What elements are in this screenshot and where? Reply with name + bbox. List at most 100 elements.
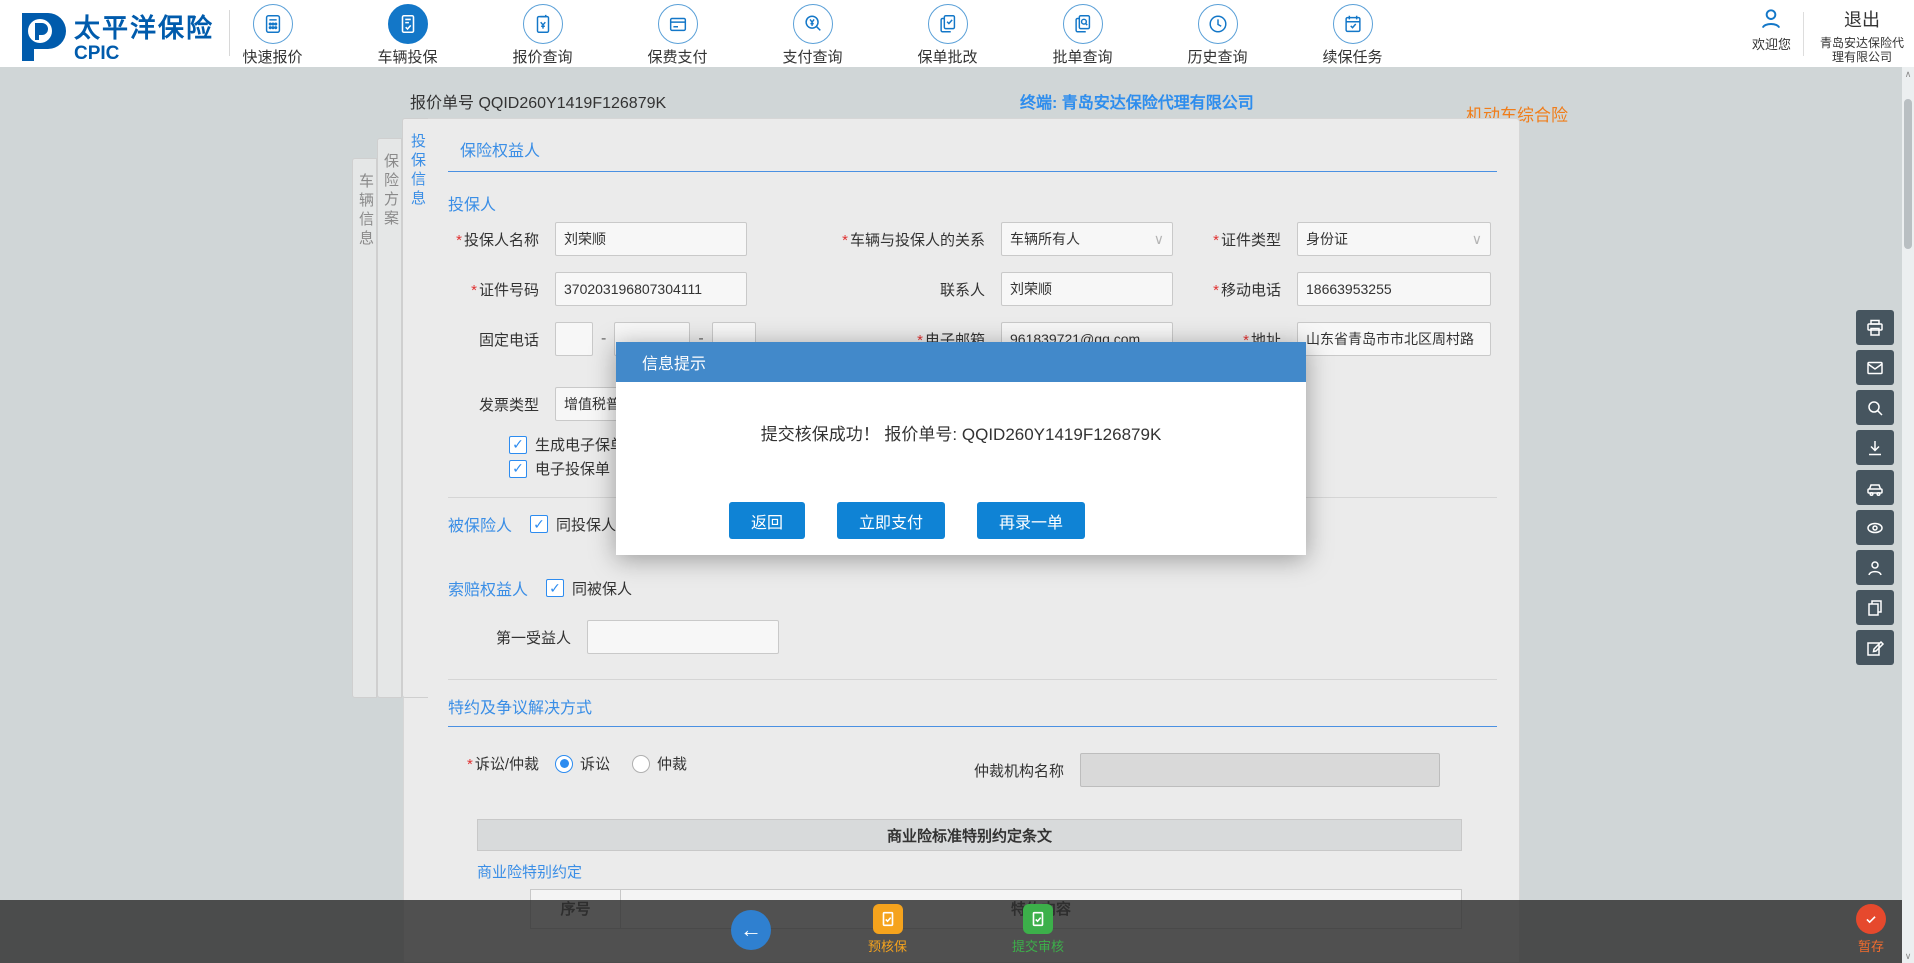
lawsuit-option-arbitration: 仲裁 [657, 756, 688, 773]
quote-number: 报价单号 QQID260Y1419F126879K [410, 89, 666, 113]
lawsuit-label: 诉讼/仲裁 [404, 753, 539, 774]
view-button[interactable] [1856, 510, 1894, 545]
save-draft-label: 暂存 [1857, 939, 1884, 954]
lawsuit-radio-arbitration[interactable] [632, 754, 651, 773]
pre-check-button[interactable]: 预核保 [868, 904, 907, 955]
id-type-select[interactable]: 身份证 [1297, 222, 1491, 256]
tab-vehicle-info[interactable]: 车辆信息 [352, 158, 377, 698]
search-button[interactable] [1856, 390, 1894, 425]
cpic-logo-icon [22, 12, 66, 61]
dash: - [601, 330, 607, 347]
nav-policy-amend[interactable]: 保单批改 [880, 4, 1015, 67]
tab-insurance-plan[interactable]: 保险方案 [377, 138, 402, 698]
nav-history-query[interactable]: 历史查询 [1150, 4, 1285, 67]
same-as-insured-checkbox[interactable] [546, 579, 565, 597]
mail-icon [1867, 361, 1883, 374]
car-icon [1867, 483, 1883, 496]
premium-pay-icon [657, 4, 698, 44]
nav-label: 批单查询 [1052, 49, 1113, 66]
nav-quick-quote[interactable]: 快速报价 [205, 4, 340, 67]
documents-icon [1868, 599, 1882, 616]
history-query-icon [1197, 4, 1238, 44]
user-icon [1762, 9, 1781, 29]
nav-renewal-task[interactable]: 续保任务 [1285, 4, 1420, 67]
search-icon [1868, 400, 1883, 416]
dialog-title: 信息提示 [616, 342, 1306, 382]
gen-epolicy-label: 生成电子保单 [535, 437, 626, 454]
nav-payment-query[interactable]: 支付查询 [745, 4, 880, 67]
save-draft-icon [1856, 904, 1886, 934]
scroll-up-arrow[interactable]: ∧ [1902, 67, 1914, 81]
nav-label: 历史查询 [1187, 49, 1248, 66]
nav-label: 保单批改 [917, 49, 978, 66]
nav-quote-query[interactable]: 报价查询 [475, 4, 610, 67]
user-welcome[interactable]: 欢迎您 [1752, 6, 1791, 53]
divider [448, 171, 1497, 172]
contact-label: 联系人 [939, 281, 985, 299]
section-insured: 被保险人 [448, 518, 513, 535]
customer-button[interactable] [1856, 550, 1894, 585]
divider [448, 679, 1497, 680]
divider [1803, 12, 1804, 56]
brand-name: 太平洋保险 [74, 13, 215, 43]
back-button[interactable]: ← [731, 910, 771, 950]
print-icon [1867, 319, 1883, 336]
vehicle-insure-icon [387, 4, 428, 44]
address-input[interactable] [1297, 322, 1491, 356]
print-button[interactable] [1856, 310, 1894, 345]
new-entry-button[interactable]: 再录一单 [977, 502, 1086, 539]
first-beneficiary-label: 第一受益人 [495, 629, 571, 647]
top-navigation-bar: 太平洋保险 CPIC 快速报价 车辆投保 报价查询 保费支付 支付查询 保单批改… [0, 0, 1914, 67]
nav-endorsement-query[interactable]: 批单查询 [1015, 4, 1150, 67]
first-beneficiary-input[interactable] [587, 620, 779, 654]
cpic-logo[interactable]: 太平洋保险 CPIC [14, 8, 214, 65]
payment-query-icon [792, 4, 833, 44]
commercial-terms-link[interactable]: 商业险特别约定 [477, 861, 582, 882]
landline-area-input[interactable] [555, 322, 593, 356]
chevron-down-icon [1472, 231, 1482, 248]
vehicle-lookup-button[interactable] [1856, 470, 1894, 505]
nav-vehicle-insure[interactable]: 车辆投保 [340, 4, 475, 67]
return-button[interactable]: 返回 [729, 502, 806, 539]
download-button[interactable] [1856, 430, 1894, 465]
download-icon [1869, 440, 1881, 455]
scroll-down-arrow[interactable]: ∨ [1902, 949, 1914, 963]
eye-icon [1867, 522, 1883, 533]
info-dialog: 信息提示 提交核保成功！ 报价单号: QQID260Y1419F126879K … [616, 342, 1306, 555]
same-as-insured-label: 同被保人 [572, 580, 633, 598]
e-application-checkbox[interactable] [509, 459, 527, 478]
renewal-task-icon [1332, 4, 1373, 44]
pre-check-label: 预核保 [868, 939, 908, 954]
nav-premium-pay[interactable]: 保费支付 [610, 4, 745, 67]
mail-button[interactable] [1856, 350, 1894, 385]
lawsuit-radio-litigation[interactable] [555, 754, 573, 773]
dialog-buttons: 返回 立即支付 再录一单 [729, 502, 1086, 539]
id-type-label: 证件类型 [1141, 229, 1281, 250]
same-as-applicant-checkbox[interactable] [530, 515, 549, 533]
edit-button[interactable] [1856, 630, 1894, 665]
dialog-message: 提交核保成功！ 报价单号: QQID260Y1419F126879K [760, 425, 1162, 444]
vertical-scrollbar[interactable]: ∧ ∨ [1902, 67, 1914, 963]
section-special-terms: 特约及争议解决方式 [448, 700, 593, 717]
cpic-insurance-app: 太平洋保险 CPIC 快速报价 车辆投保 报价查询 保费支付 支付查询 保单批改… [0, 0, 1914, 963]
mobile-input[interactable] [1297, 272, 1491, 306]
calculator-icon [252, 4, 293, 44]
applicant-name-input[interactable] [555, 222, 747, 256]
logout-button[interactable]: 退出 [1816, 6, 1908, 32]
pre-check-icon [872, 904, 903, 934]
arbitration-org-input [1080, 753, 1440, 787]
nav-label: 快速报价 [242, 49, 303, 66]
gen-epolicy-checkbox[interactable] [509, 435, 527, 454]
terminal-agency: 终端: 青岛安达保险代理有限公司 [1020, 95, 1254, 112]
id-number-input[interactable] [555, 272, 747, 306]
save-draft-button[interactable]: 暂存 [1856, 904, 1886, 955]
tab-insure-info[interactable]: 投保信息 [402, 118, 428, 698]
documents-button[interactable] [1856, 590, 1894, 625]
scrollbar-thumb[interactable] [1904, 99, 1912, 249]
pay-now-button[interactable]: 立即支付 [837, 502, 946, 539]
relationship-label: 车辆与投保人的关系 [805, 229, 985, 250]
submit-review-button[interactable]: 提交审核 [1012, 904, 1064, 955]
quote-number-label: 报价单号 [410, 95, 475, 112]
lawsuit-option-litigation: 诉讼 [580, 756, 611, 773]
id-type-value: 身份证 [1306, 231, 1348, 247]
